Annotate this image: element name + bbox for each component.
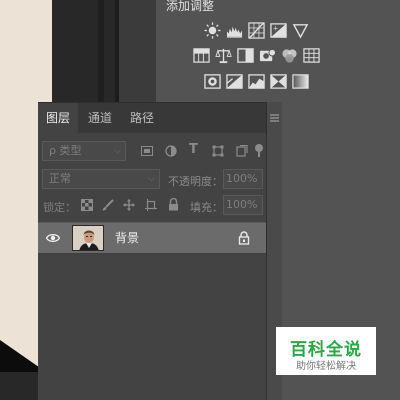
levels-icon[interactable] (225, 21, 243, 39)
watermark-logo: 百科全说 助你轻松解决 (276, 327, 376, 375)
curves-icon[interactable] (247, 21, 265, 39)
filter-pixel-icon[interactable] (141, 145, 153, 157)
channel-mixer-icon[interactable] (280, 46, 298, 64)
selective-color-icon[interactable] (269, 72, 287, 90)
opacity-input[interactable]: 100% (223, 169, 263, 189)
filter-toggle-icon[interactable] (254, 143, 264, 157)
layers-tab-bar: 图层 通道 路径 (38, 103, 266, 133)
fill-label: 填充： (190, 201, 223, 214)
chevron-down-icon: ⌵ (114, 146, 121, 156)
gradient-map-icon[interactable] (291, 72, 309, 90)
lock-position-icon[interactable] (123, 199, 135, 211)
brightness-contrast-icon[interactable] (203, 21, 221, 39)
tab-paths[interactable]: 路径 (122, 103, 162, 133)
opacity-label: 不透明度： (168, 175, 223, 188)
lock-image-pixels-icon[interactable] (102, 199, 114, 211)
exposure-icon[interactable]: + (269, 21, 287, 39)
adjustments-panel: 添加调整 + (156, 0, 400, 100)
layer-lock-icon[interactable] (238, 231, 250, 245)
invert-icon[interactable] (203, 72, 221, 90)
vibrance-icon[interactable] (291, 21, 309, 39)
blend-mode-value: 正常 (49, 172, 71, 185)
photo-filter-icon[interactable] (258, 46, 276, 64)
svg-text:+: + (272, 24, 278, 32)
filter-type-icon[interactable]: T (189, 142, 198, 157)
portrait-thumbnail-image (73, 226, 103, 250)
layer-row-background[interactable]: 背景 (38, 222, 266, 254)
fill-input[interactable]: 100% (223, 195, 263, 215)
filter-smart-object-icon[interactable] (236, 145, 248, 157)
opacity-value: 100% (226, 172, 258, 185)
layer-name[interactable]: 背景 (115, 229, 139, 246)
lock-label: 锁定： (43, 201, 76, 214)
layer-filter-type-select[interactable]: ρ 类型 ⌵ (42, 141, 126, 161)
adjustments-title: 添加调整 (166, 0, 215, 13)
hue-saturation-icon[interactable] (192, 46, 210, 64)
panel-menu-icon[interactable] (266, 111, 282, 125)
eye-icon[interactable] (46, 233, 60, 243)
watermark-subtitle: 助你轻松解决 (296, 361, 356, 372)
tab-channels[interactable]: 通道 (80, 103, 120, 133)
layer-filter-label: ρ 类型 (49, 144, 82, 157)
lock-all-icon[interactable] (168, 198, 179, 211)
lock-artboard-icon[interactable] (145, 199, 157, 211)
layer-visibility-toggle[interactable] (38, 223, 68, 253)
fill-value: 100% (226, 198, 258, 211)
black-white-icon[interactable] (236, 46, 254, 64)
lock-transparent-pixels-icon[interactable] (81, 199, 93, 211)
threshold-icon[interactable] (247, 72, 265, 90)
chevron-down-icon: ⌵ (148, 174, 155, 184)
filter-shape-icon[interactable] (212, 145, 224, 157)
filter-adjustment-icon[interactable] (165, 145, 177, 157)
tab-layers[interactable]: 图层 (38, 103, 78, 133)
color-balance-icon[interactable] (214, 46, 232, 64)
color-lookup-icon[interactable] (302, 46, 320, 64)
blend-mode-select[interactable]: 正常 ⌵ (42, 169, 160, 189)
posterize-icon[interactable] (225, 72, 243, 90)
layer-thumbnail[interactable] (72, 225, 104, 251)
